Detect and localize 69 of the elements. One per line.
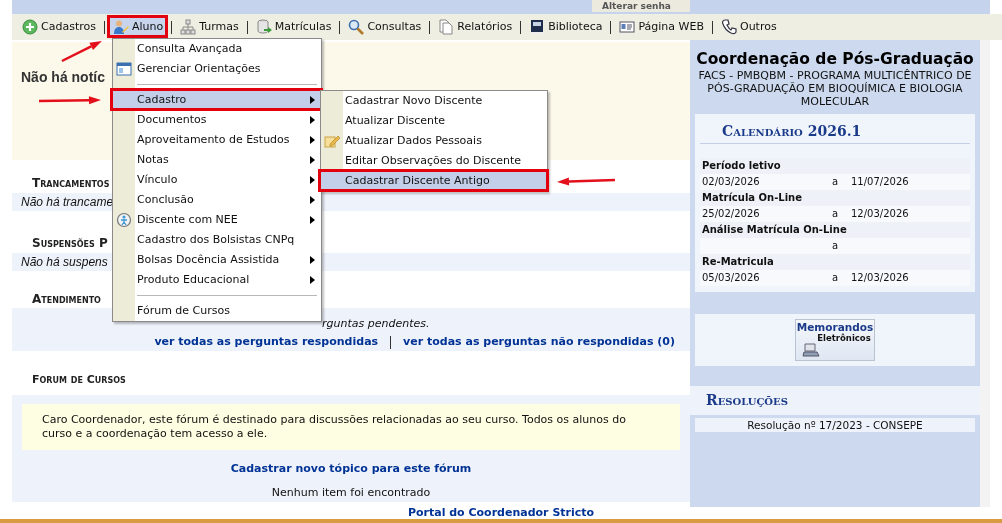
menu-item[interactable]: Página WEB (616, 17, 707, 37)
menu-item[interactable]: Cadastro dos Bolsistas CNPq (113, 230, 321, 250)
hierarchy-icon (180, 19, 197, 35)
menu-item[interactable]: Produto Educacional (113, 270, 321, 290)
memorandos-button[interactable]: Memorandos Eletrônicos (795, 318, 875, 361)
menu-item[interactable]: Editar Observações do Discente (321, 151, 547, 171)
calendar-title: Calendário 2026.1 (700, 120, 970, 144)
menu-item[interactable]: Discente com NEE (113, 210, 321, 230)
menu-item[interactable]: Turmas (177, 17, 242, 37)
menu-item[interactable]: Cadastrar Discente Antigo (321, 171, 547, 191)
date-start: 05/03/2026 (702, 270, 761, 285)
menu-item[interactable]: Fórum de Cursos (113, 301, 321, 321)
menu-item[interactable]: Bolsas Docência Assistida (113, 250, 321, 270)
change-password-link[interactable]: Alterar senha (592, 0, 690, 12)
menu-item[interactable]: Relatórios (435, 17, 516, 37)
id-card-icon (619, 19, 636, 35)
link[interactable]: ver todas as perguntas não respondidas (0) (403, 335, 675, 349)
menu-item[interactable]: Consultas (345, 17, 425, 37)
info-message: Caro Coordenador, este fórum é destinado para discussões relacionadas ao seu curso. Todos os alunos do curso e a coordenação tem acesso a ele. (22, 404, 680, 450)
section-heading: Resoluções (690, 385, 980, 415)
menu-item[interactable]: Cadastrar Novo Discente (321, 91, 547, 111)
section-heading: Forum de Cursos (32, 373, 126, 387)
window-icon (116, 61, 132, 77)
date-start: 25/02/2026 (702, 206, 761, 221)
date-start: 02/03/2026 (702, 174, 761, 189)
date-end: 12/03/2026 (851, 270, 909, 285)
menu-item[interactable]: Atualizar Discente (321, 111, 547, 131)
portal-link[interactable]: Portal do Coordenador Stricto (407, 506, 595, 519)
note-pencil-icon (324, 133, 340, 149)
section-heading: Trancamentos (32, 176, 110, 190)
menu-item[interactable]: Outros (717, 17, 780, 37)
new-topic-link[interactable]: Cadastrar novo tópico para este fórum (230, 462, 472, 475)
message-text: rguntas pendentes. (322, 317, 431, 331)
menu-item[interactable]: Aluno (109, 17, 167, 37)
menu-item[interactable]: Consulta Avançada (113, 39, 321, 59)
plus-circle-icon (22, 19, 38, 35)
date-separator: a (832, 238, 840, 253)
laptop-icon (802, 341, 820, 358)
phone-icon (720, 19, 737, 35)
empty-message: Nenhum item foi encontrado (271, 486, 431, 500)
resolution-link[interactable]: Resolução nº 17/2023 - CONSEPE (695, 417, 975, 432)
program-name: FACS - PMBQBM - PROGRAMA MULTICÊNTRICO DE PÓS-GRADUAÇÃO EM BIOQUÍMICA E BIOLOGIA MOLECULAR (697, 69, 973, 108)
accessibility-icon (116, 212, 132, 228)
database-icon (255, 19, 272, 35)
date-end: 12/03/2026 (851, 206, 909, 221)
menu-item[interactable]: Matrículas (252, 17, 335, 37)
section-heading: Atendimento (32, 292, 101, 306)
menu-item[interactable]: Vínculo (113, 170, 321, 190)
menu-item[interactable]: Cadastros (19, 17, 99, 37)
menu-item[interactable]: Cadastro (113, 90, 321, 110)
link[interactable]: ver todas as perguntas respondidas (154, 335, 379, 349)
notice-text: Não há notíc (21, 69, 105, 85)
person-icon (112, 19, 129, 35)
menu-item[interactable]: Documentos (113, 110, 321, 130)
date-separator: a (832, 174, 840, 189)
menu-item[interactable]: Atualizar Dados Pessoais (321, 131, 547, 151)
sidebar-title: Coordenação de Pós-Graduação (695, 50, 975, 69)
menu-item[interactable]: Conclusão (113, 190, 321, 210)
book-icon (529, 19, 546, 35)
menu-item[interactable]: Biblioteca (526, 17, 606, 37)
documents-icon (438, 19, 455, 35)
search-icon (348, 19, 365, 35)
date-end: 11/07/2026 (851, 174, 909, 189)
menu-item[interactable]: Gerenciar Orientações (113, 59, 321, 79)
date-separator: a (832, 206, 840, 221)
date-separator: a (832, 270, 840, 285)
menu-item[interactable]: Notas (113, 150, 321, 170)
section-heading: Suspensões P (32, 236, 108, 250)
menu-item[interactable]: Aproveitamento de Estudos (113, 130, 321, 150)
